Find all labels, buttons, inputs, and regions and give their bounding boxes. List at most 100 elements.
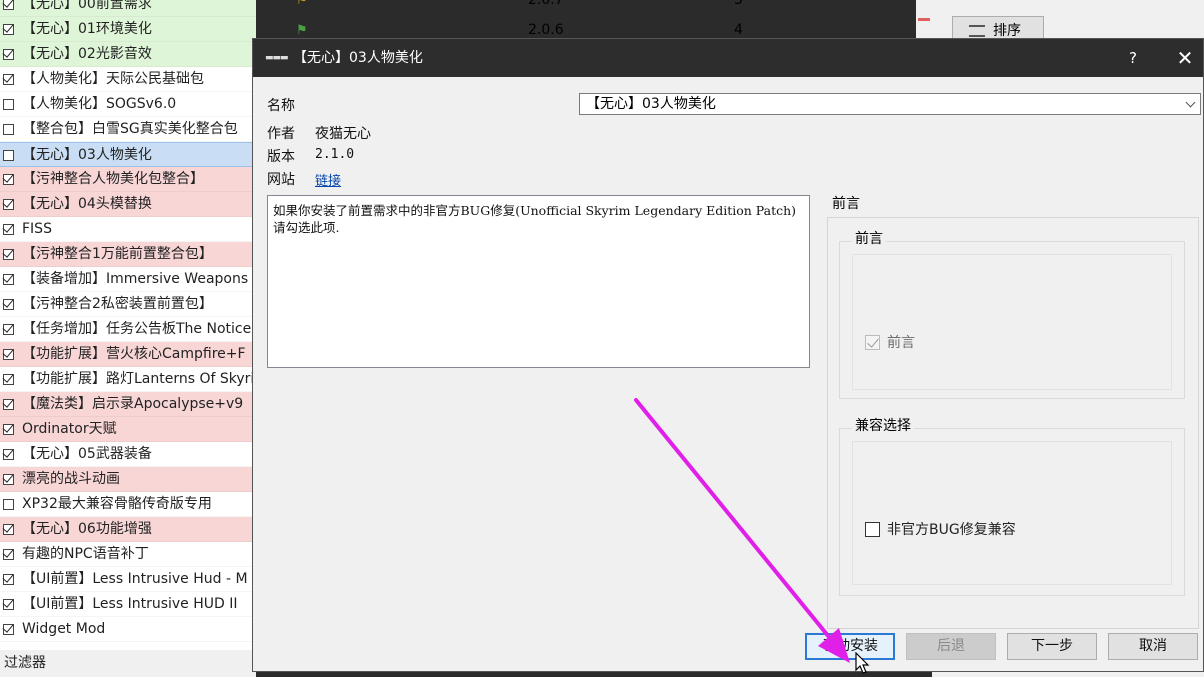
dialog-titlebar[interactable]: ▬▬▬ 【无心】03人物美化 ? ✕ [253,39,1203,77]
mod-checkbox[interactable] [3,424,14,435]
flag-icon: ⚑ [296,0,308,8]
mo-icon: ▬▬▬ [265,53,288,63]
mod-row[interactable]: 【污神整合人物美化包整合】 [0,167,256,192]
back-button[interactable]: 后退 [906,633,996,660]
mod-row[interactable]: 【UI前置】Less Intrusive HUD II [0,592,256,617]
mod-name: 【污神整合1万能前置整合包】 [22,246,213,262]
cancel-button[interactable]: 取消 [1108,633,1198,660]
mod-name: 【魔法类】启示录Apocalypse+v9 [22,396,244,412]
mod-checkbox[interactable] [3,399,14,410]
author-value: 夜猫无心 [315,126,371,142]
mod-row[interactable]: 【无心】00前置需求 [0,0,256,17]
mod-name: 【无心】04头模替换 [22,196,152,212]
unofficial-patch-checkbox[interactable]: 非官方BUG修复兼容 [865,522,1016,538]
mod-checkbox[interactable] [3,374,14,385]
version-value: 2.1.0 [315,147,355,162]
chevron-down-icon [1185,97,1196,108]
mod-row[interactable]: 【功能扩展】路灯Lanterns Of Skyrim [0,367,256,392]
preview-area [267,368,810,628]
mod-row[interactable]: 【整合包】白雪SG真实美化整合包 [0,117,256,142]
help-button[interactable]: ? [1123,39,1143,77]
description-box: 如果你安装了前置需求中的非官方BUG修复(Unofficial Skyrim L… [267,195,810,368]
mod-checkbox[interactable] [3,24,14,35]
mod-checkbox[interactable] [3,599,14,610]
version-cell: 2.0.7 [528,0,564,8]
description-text: 如果你安装了前置需求中的非官方BUG修复(Unofficial Skyrim L… [273,203,797,235]
author-label: 作者 [267,126,295,142]
mod-row[interactable]: Widget Mod [0,617,256,642]
mod-checkbox[interactable] [3,624,14,635]
mod-row[interactable]: Ordinator天赋 [0,417,256,442]
mod-row[interactable]: 【装备增加】Immersive Weapons [0,267,256,292]
mod-row[interactable]: 【任务增加】任务公告板The Notice [0,317,256,342]
mod-row[interactable]: 【污神整合2私密装置前置包】 [0,292,256,317]
name-select[interactable]: 【无心】03人物美化 [579,93,1201,115]
mod-row[interactable]: 【无心】06功能增强 [0,517,256,542]
mod-row[interactable]: 【污神整合1万能前置整合包】 [0,242,256,267]
mod-row[interactable]: 【无心】02光影音效 [0,42,256,67]
subgroup-compat: 兼容选择 非官方BUG修复兼容 [839,415,1185,596]
mod-checkbox[interactable] [3,449,14,460]
mod-row[interactable]: 【无心】05武器装备 [0,442,256,467]
subgroup-preface: 前言 前言 [839,228,1185,399]
subgroup-inner: 前言 [852,254,1172,390]
mod-checkbox[interactable] [3,0,14,10]
mod-name: Widget Mod [22,621,106,637]
mod-checkbox[interactable] [3,349,14,360]
mod-checkbox[interactable] [3,224,14,235]
mod-list[interactable]: 【无心】00前置需求【无心】01环境美化 【无心】02光影音效【人物美化】天际公民… [0,0,256,650]
mod-row[interactable]: 【无心】01环境美化 [0,17,256,42]
mod-name: 【功能扩展】营火核心Campfire+F [22,346,246,362]
mod-checkbox[interactable] [3,574,14,585]
priority-cell: 4 [734,22,743,38]
mod-checkbox[interactable] [3,249,14,260]
mod-checkbox[interactable] [3,474,14,485]
mod-checkbox[interactable] [3,199,14,210]
mod-name: 【无心】02光影音效 [22,46,152,62]
checkbox-label: 非官方BUG修复兼容 [887,522,1016,538]
website-link[interactable]: 链接 [315,170,341,189]
close-button[interactable]: ✕ [1173,39,1197,77]
mod-row[interactable]: 漂亮的战斗动画 [0,467,256,492]
mod-row[interactable]: 【人物美化】SOGSv6.0 [0,92,256,117]
mod-name: 【无心】05武器装备 [22,446,152,462]
mod-checkbox[interactable] [3,524,14,535]
mod-name: 【无心】00前置需求 [22,0,152,12]
next-button[interactable]: 下一步 [1007,633,1097,660]
mod-row[interactable]: XP32最大兼容骨骼传奇版专用 [0,492,256,517]
mod-row[interactable]: 有趣的NPC语音补丁 [0,542,256,567]
mod-row[interactable]: 【UI前置】Less Intrusive Hud - M [0,567,256,592]
mod-checkbox[interactable] [3,74,14,85]
mod-checkbox[interactable] [3,124,14,135]
preface-checkbox[interactable]: 前言 [865,335,915,351]
mod-checkbox[interactable] [3,174,14,185]
filter-bar[interactable]: 过滤器 [0,650,256,677]
mod-name: 【污神整合2私密装置前置包】 [22,296,213,312]
mod-name: 【UI前置】Less Intrusive Hud - M [22,571,248,587]
mod-checkbox[interactable] [3,324,14,335]
mod-row[interactable]: 【功能扩展】营火核心Campfire+F [0,342,256,367]
name-value: 【无心】03人物美化 [586,96,716,112]
mod-checkbox[interactable] [3,150,14,161]
subgroup-title: 前言 [852,228,886,248]
mod-checkbox[interactable] [3,274,14,285]
mod-name: 【无心】01环境美化 [22,21,152,37]
mod-row[interactable]: 【魔法类】启示录Apocalypse+v9 [0,392,256,417]
mod-row[interactable]: 【人物美化】天际公民基础包 [0,67,256,92]
mod-checkbox[interactable] [3,549,14,560]
mod-checkbox[interactable] [3,299,14,310]
checkbox-box [865,522,880,537]
mod-name: 【无心】06功能增强 [22,521,152,537]
checkbox-label: 前言 [887,335,915,351]
mod-name: 【UI前置】Less Intrusive HUD II [22,596,238,612]
mod-checkbox[interactable] [3,499,14,510]
mod-row[interactable]: FISS [0,217,256,242]
mod-checkbox[interactable] [3,99,14,110]
mod-row[interactable]: 【无心】04头模替换 [0,192,256,217]
scrollbar[interactable] [916,0,932,40]
mod-row[interactable]: 【无心】03人物美化 [0,142,256,167]
mod-checkbox[interactable] [3,49,14,60]
mod-name: FISS [22,221,52,237]
mod-name: 【任务增加】任务公告板The Notice [22,321,252,337]
manual-install-button[interactable]: 手动安装 [805,633,895,660]
